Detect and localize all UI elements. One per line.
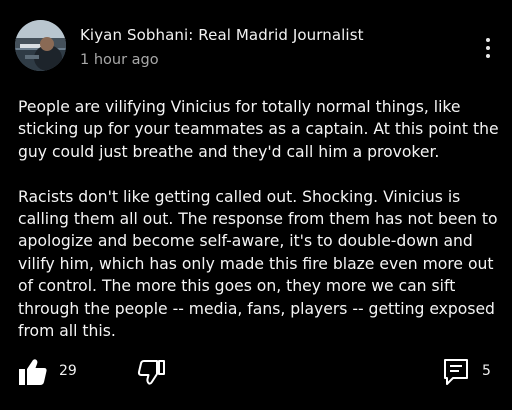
comment-timestamp: 1 hour ago bbox=[80, 52, 159, 68]
comment-paragraph: People are vilifying Vinicius for totall… bbox=[18, 98, 499, 161]
comment-text: People are vilifying Vinicius for totall… bbox=[18, 96, 504, 342]
reply-count: 5 bbox=[482, 363, 491, 379]
more-options-button[interactable] bbox=[478, 36, 498, 62]
thumbs-down-outline-icon bbox=[137, 360, 165, 385]
comment-reply-icon bbox=[444, 359, 468, 385]
profile-photo bbox=[15, 20, 66, 71]
author-name[interactable]: Kiyan Sobhani: Real Madrid Journalist bbox=[80, 26, 364, 44]
reply-button[interactable] bbox=[441, 357, 471, 387]
thumbs-up-filled-icon bbox=[19, 359, 47, 385]
avatar[interactable] bbox=[15, 20, 66, 71]
more-vertical-icon bbox=[486, 38, 490, 42]
comment-paragraph: Racists don't like getting called out. S… bbox=[18, 187, 498, 341]
like-button[interactable] bbox=[18, 357, 48, 387]
like-count: 29 bbox=[59, 363, 77, 379]
dislike-button[interactable] bbox=[136, 357, 166, 387]
